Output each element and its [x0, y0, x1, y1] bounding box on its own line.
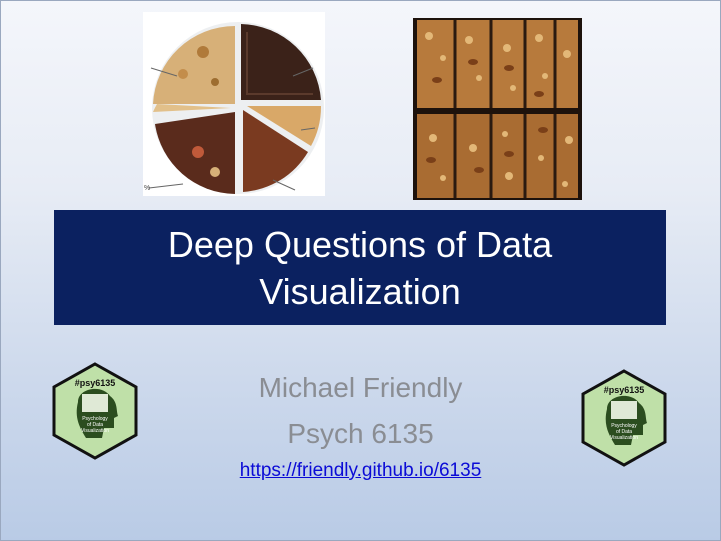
cookie-pie-chart-image: %: [143, 12, 325, 196]
course-name: Psych 6135: [287, 418, 434, 449]
course-url-link[interactable]: https://friendly.github.io/6135: [0, 460, 721, 482]
granola-bars-image: [413, 18, 582, 200]
svg-text:%: %: [144, 185, 150, 192]
author-name: Michael Friendly: [258, 372, 463, 403]
title-banner: Deep Questions of Data Visualization: [54, 210, 666, 325]
slide-title: Deep Questions of Data Visualization: [167, 223, 553, 312]
